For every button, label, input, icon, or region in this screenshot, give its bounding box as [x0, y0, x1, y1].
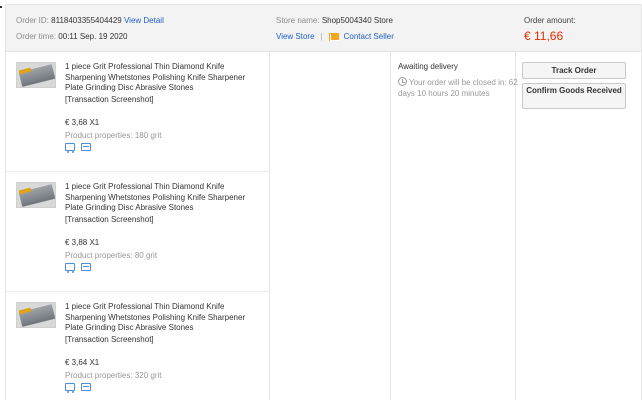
order-body: 1 piece Grit Professional Thin Diamond K…: [6, 52, 641, 400]
order-item: 1 piece Grit Professional Thin Diamond K…: [6, 52, 269, 172]
truck-icon[interactable]: [65, 143, 75, 153]
order-item: 1 piece Grit Professional Thin Diamond K…: [6, 172, 269, 292]
order-id-value: 811840335540442: [51, 16, 118, 25]
product-title-link[interactable]: 1 piece Grit Professional Thin Diamond K…: [65, 302, 265, 334]
column-divider: [515, 52, 516, 400]
item-icons: [65, 143, 91, 153]
link-separator: |: [320, 32, 323, 41]
product-properties: Product properties: 180 grit: [65, 131, 162, 140]
order-id-value-tail: 9: [117, 16, 122, 25]
truck-icon[interactable]: [65, 383, 75, 393]
order-id-label: Order ID:: [16, 16, 49, 25]
order-amount-value: € 11,66: [524, 29, 564, 43]
order-status: Awaiting delivery: [398, 62, 458, 71]
status-countdown: Your order will be closed in: 62 days 10…: [398, 77, 518, 99]
item-price: € 3,68 X1: [65, 118, 100, 127]
transaction-screenshot-link[interactable]: [Transaction Screenshot]: [65, 335, 154, 344]
truck-icon[interactable]: [65, 263, 75, 273]
transaction-screenshot-link[interactable]: [Transaction Screenshot]: [65, 95, 154, 104]
store-links-row: View Store | Contact Seller: [276, 32, 394, 41]
transaction-screenshot-link[interactable]: [Transaction Screenshot]: [65, 215, 154, 224]
product-properties: Product properties: 80 grit: [65, 251, 158, 260]
mail-icon[interactable]: [328, 32, 339, 41]
contact-seller-link[interactable]: Contact Seller: [344, 32, 394, 41]
order-id-row: Order ID: 8118403355404429 View Detail: [16, 16, 164, 25]
product-thumbnail[interactable]: [16, 62, 56, 88]
order-time-value: 00:11 Sep. 19 2020: [58, 32, 128, 41]
order-item: 1 piece Grit Professional Thin Diamond K…: [6, 292, 269, 400]
item-icons: [65, 383, 91, 393]
item-price: € 3,88 X1: [65, 238, 100, 247]
store-name-value: Shop5004340 Store: [321, 16, 393, 25]
card-icon[interactable]: [81, 143, 91, 151]
product-properties: Product properties: 320 grit: [65, 371, 162, 380]
store-name-row: Store name: Shop5004340 Store: [276, 16, 393, 25]
view-detail-link[interactable]: View Detail: [124, 16, 164, 25]
store-name-label: Store name:: [276, 16, 320, 25]
card-icon[interactable]: [81, 383, 91, 391]
item-price: € 3,64 X1: [65, 358, 100, 367]
product-title-link[interactable]: 1 piece Grit Professional Thin Diamond K…: [65, 62, 265, 94]
order-time-row: Order time: 00:11 Sep. 19 2020: [16, 32, 128, 41]
product-title-link[interactable]: 1 piece Grit Professional Thin Diamond K…: [65, 182, 265, 214]
track-order-button[interactable]: Track Order: [522, 62, 626, 79]
product-thumbnail[interactable]: [16, 182, 56, 208]
item-icons: [65, 263, 91, 273]
status-countdown-text: Your order will be closed in: 62 days 10…: [398, 78, 518, 98]
clock-icon: [398, 77, 407, 86]
product-thumbnail[interactable]: [16, 302, 56, 328]
column-divider: [269, 52, 270, 400]
confirm-goods-received-button[interactable]: Confirm Goods Received: [522, 83, 626, 109]
order-time-label: Order time:: [16, 32, 57, 41]
order-card: Order ID: 8118403355404429 View Detail O…: [5, 4, 642, 400]
view-store-link[interactable]: View Store: [276, 32, 315, 41]
order-amount-label: Order amount:: [524, 16, 576, 25]
column-divider: [390, 52, 391, 400]
order-header: Order ID: 8118403355404429 View Detail O…: [6, 5, 641, 52]
page-dot: [0, 6, 2, 8]
card-icon[interactable]: [81, 263, 91, 271]
